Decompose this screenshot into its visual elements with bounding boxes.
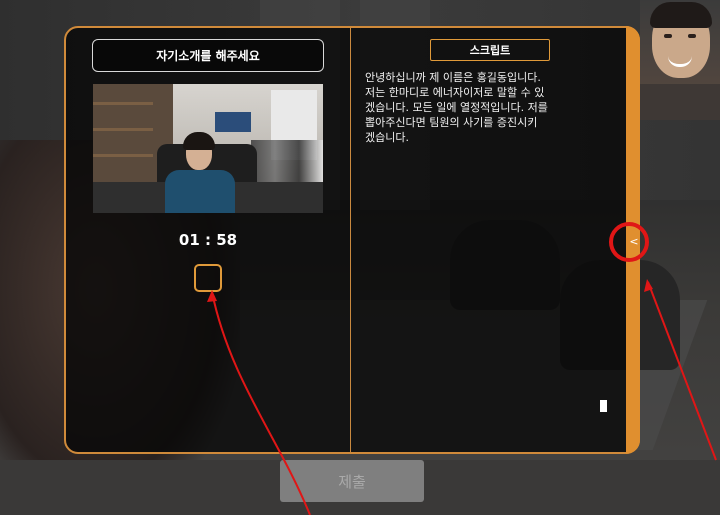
script-textarea[interactable]: 안녕하십니까 제 이름은 홍길동입니다. 저는 한마디로 에너자이저로 말할 수…: [365, 70, 605, 145]
text-cursor: [600, 400, 607, 412]
panel-divider: [350, 28, 351, 452]
countdown-timer: 01 : 58: [178, 231, 238, 249]
question-title: 자기소개를 해주세요: [92, 39, 324, 72]
self-view-webcam: [640, 0, 720, 120]
interview-video-preview: [93, 84, 323, 213]
record-square-icon[interactable]: [194, 264, 222, 292]
script-label: 스크립트: [430, 39, 550, 61]
submit-button[interactable]: 제출: [280, 460, 424, 502]
annotation-circle: [609, 222, 649, 262]
